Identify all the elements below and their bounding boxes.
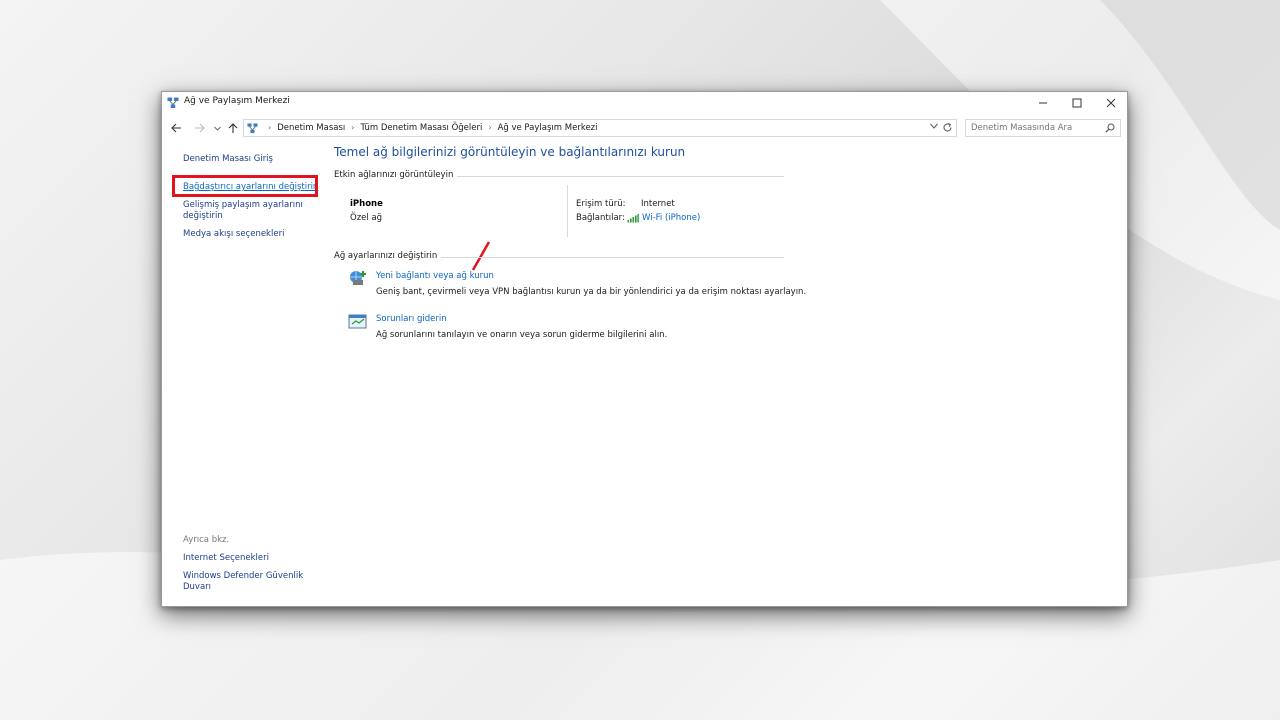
maximize-button[interactable] [1060,92,1094,114]
access-type-value: Internet [641,199,675,209]
title-bar: Ağ ve Paylaşım Merkezi [162,92,1127,114]
breadcrumb-network-center[interactable]: Ağ ve Paylaşım Merkezi [498,123,598,133]
breadcrumb-all-items[interactable]: Tüm Denetim Masası Öğeleri [360,123,482,133]
network-sharing-center-window: Ağ ve Paylaşım Merkezi › Denetim Masası … [161,91,1128,607]
breadcrumb-chevron-icon[interactable]: › [488,123,491,133]
troubleshoot-link[interactable]: Sorunları giderin [376,314,447,324]
control-panel-icon [247,123,258,134]
troubleshoot-description: Ağ sorunlarını tanılayın ve onarın veya … [376,330,668,340]
troubleshoot-icon [348,314,367,329]
sidebar-item-internet-options[interactable]: Internet Seçenekleri [183,553,319,564]
sidebar-item-advanced-sharing[interactable]: Gelişmiş paylaşım ayarlarını değiştirin [183,200,319,222]
breadcrumb-chevron-icon: › [268,123,272,132]
forward-arrow-icon[interactable] [192,120,206,136]
network-name: iPhone [350,199,383,209]
close-button[interactable] [1094,92,1128,114]
see-also-heading: Ayrıca bkz. [183,535,230,545]
new-connection-icon [350,271,366,285]
highlight-annotation-box [172,175,318,197]
sidebar-item-media-streaming[interactable]: Medya akışı seçenekleri [183,229,319,240]
wifi-connection-link[interactable]: Wi-Fi (iPhone) [642,213,700,223]
recent-locations-chevron-icon[interactable] [210,120,224,136]
breadcrumb-control-panel[interactable]: Denetim Masası [277,123,345,133]
change-settings-heading: Ağ ayarlarınızı değiştirin [334,251,442,261]
vertical-divider [567,185,568,237]
annotation-arrow [471,241,491,271]
network-type: Özel ağ [350,213,383,223]
window-title: Ağ ve Paylaşım Merkezi [184,96,290,106]
breadcrumb-chevron-icon[interactable]: › [351,123,354,133]
search-icon[interactable] [1105,123,1115,133]
up-arrow-icon[interactable] [226,120,240,136]
navigation-row: › Denetim Masası › Tüm Denetim Masası Öğ… [162,118,1127,138]
network-center-icon [167,97,179,108]
new-connection-description: Geniş bant, çevirmeli veya VPN bağlantıs… [376,287,807,297]
search-input[interactable] [971,122,1096,134]
sidebar-item-control-panel-home[interactable]: Denetim Masası Giriş [183,154,319,165]
sidebar-item-firewall[interactable]: Windows Defender Güvenlik Duvarı [183,571,319,593]
new-connection-link[interactable]: Yeni bağlantı veya ağ kurun [376,271,494,281]
refresh-icon[interactable] [942,122,953,136]
minimize-button[interactable] [1026,92,1060,114]
active-networks-heading: Etkin ağlarınızı görüntüleyin [334,170,458,180]
breadcrumb: › Denetim Masası › Tüm Denetim Masası Öğ… [262,123,598,133]
connections-label: Bağlantılar: [576,213,625,223]
wifi-signal-icon [627,214,639,223]
left-pane: Denetim Masası Giriş Bağdaştırıcı ayarla… [162,140,322,606]
page-title: Temel ağ bilgilerinizi görüntüleyin ve b… [334,145,686,159]
back-arrow-icon[interactable] [169,120,183,136]
address-bar[interactable]: › Denetim Masası › Tüm Denetim Masası Öğ… [243,119,957,137]
search-box[interactable] [965,119,1121,137]
access-type-label: Erişim türü: [576,199,626,209]
address-dropdown-icon[interactable] [930,123,938,131]
